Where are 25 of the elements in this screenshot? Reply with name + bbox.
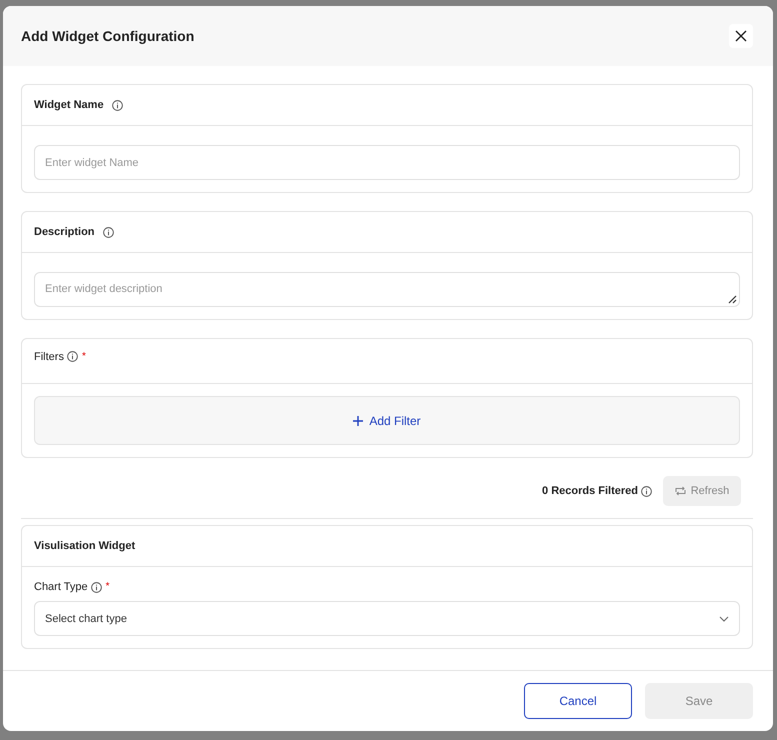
chart-type-dropdown[interactable]: Select chart type (34, 601, 740, 636)
section-title: Filters (34, 351, 64, 363)
required-marker: * (82, 351, 86, 362)
resize-grip-icon[interactable] (728, 295, 737, 304)
plus-icon (353, 416, 364, 426)
description-input-field[interactable]: Enter widget description (34, 272, 740, 307)
info-icon[interactable] (102, 226, 114, 238)
add-filter-button[interactable]: Add Filter (34, 396, 740, 445)
cancel-button[interactable]: Cancel (524, 683, 632, 719)
section-title: Widget Name (34, 99, 104, 111)
info-icon[interactable] (641, 486, 652, 496)
close-button[interactable] (729, 24, 753, 48)
section-title: Visulisation Widget (34, 540, 136, 552)
section-title: Description (34, 226, 95, 238)
info-icon[interactable] (112, 100, 123, 110)
name-input-field[interactable]: Enter widget Name (34, 145, 740, 180)
close-icon (735, 30, 747, 42)
info-icon[interactable] (66, 351, 78, 362)
info-icon[interactable] (90, 582, 102, 592)
refresh-icon (674, 486, 686, 496)
required-marker: * (106, 581, 110, 592)
field-label: Chart Type (34, 581, 88, 593)
records-count: 0 Records Filtered (542, 485, 638, 497)
dialog-title: Add Widget Configuration (21, 28, 194, 44)
chevron-down-icon (719, 616, 729, 622)
